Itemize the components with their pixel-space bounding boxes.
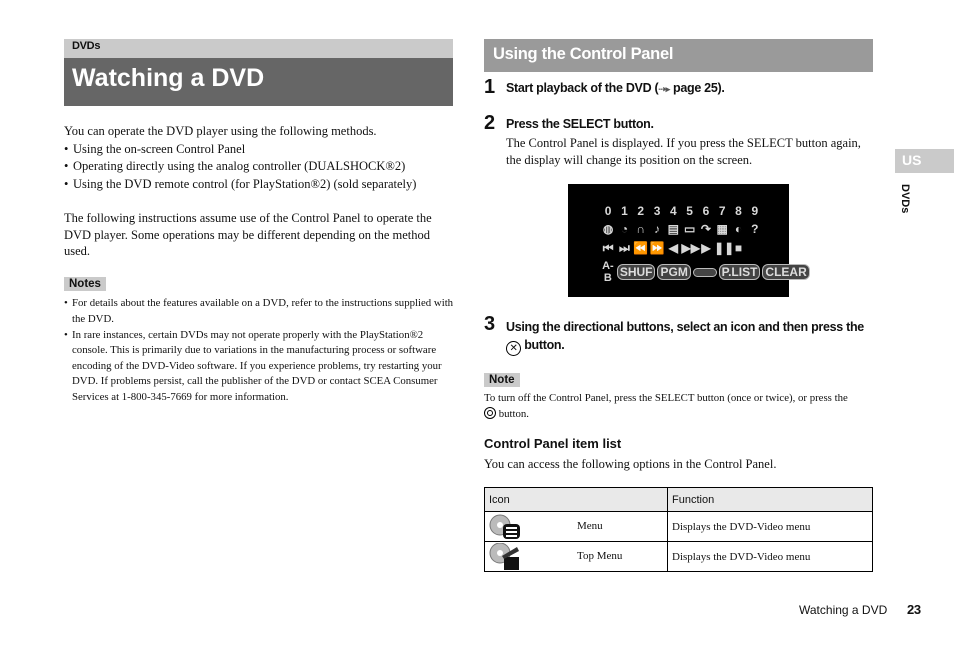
playlist-icon: P.LIST <box>718 264 761 280</box>
digit: 9 <box>751 204 759 218</box>
time-icon: ◐ <box>734 222 743 236</box>
note-text-main: To turn off the Control Panel, press the… <box>484 392 848 404</box>
table-row: Menu Displays the DVD-Video menu <box>484 511 873 542</box>
icon-cell: Top Menu <box>484 541 668 572</box>
clear-icon: CLEAR <box>762 264 810 280</box>
digit: 7 <box>718 204 726 218</box>
control-panel-item-table: Icon Function Menu Displays the DVD-Vide… <box>484 487 873 572</box>
digit: 4 <box>669 204 677 218</box>
rewind-icon: ⏪ <box>633 241 649 255</box>
note-text: To turn off the Control Panel, press the… <box>484 391 874 422</box>
section-heading: Using the Control Panel <box>493 45 674 63</box>
play-icon: ▶ <box>701 241 711 255</box>
method-item: Using the on-screen Control Panel <box>64 141 454 159</box>
notes-label: Notes <box>64 277 106 291</box>
note-label: Note <box>484 373 520 387</box>
fast-forward-icon: ⏩ <box>649 241 665 255</box>
step-3-text: Using the directional buttons, select an… <box>506 318 876 356</box>
step-1-label: Start playback of the DVD ( <box>506 81 659 95</box>
methods-list: Using the on-screen Control Panel Operat… <box>64 141 454 194</box>
digit-row: 0 1 2 3 4 5 6 7 8 9 <box>600 204 763 218</box>
item-list-heading: Control Panel item list <box>484 436 622 451</box>
table-header-row: Icon Function <box>484 487 873 512</box>
circle-button-icon <box>484 406 496 419</box>
function-cell: Displays the DVD-Video menu <box>667 541 873 572</box>
program-icon: PGM <box>657 264 691 280</box>
music-icon: ♪ <box>654 222 661 236</box>
digit: 6 <box>702 204 710 218</box>
angle-icon: ▦ <box>716 222 728 236</box>
instructions-paragraph: The following instructions assume use of… <box>64 211 432 258</box>
step-number: 3 <box>484 313 496 335</box>
page-link[interactable]: page 25 <box>673 81 718 95</box>
stop-icon: ■ <box>734 241 743 255</box>
digit: 8 <box>735 204 742 218</box>
digit: 2 <box>637 204 645 218</box>
top-menu-icon <box>489 543 519 570</box>
function-icon-row: ◍ ◔ ∩ ♪ ▤ ▭ ↷ ▦ ◐ ? <box>600 222 763 236</box>
footer-title: Watching a DVD <box>799 603 888 617</box>
language-label: US <box>902 152 922 168</box>
a-b-repeat-label: A-B <box>602 260 614 284</box>
pause-icon: ❚❚ <box>714 241 735 255</box>
section-bar <box>64 39 453 58</box>
note-item: In rare instances, certain DVDs may not … <box>64 328 456 406</box>
digit: 1 <box>621 204 628 218</box>
previous-icon: ⏮ <box>602 241 614 255</box>
top-menu-icon: ◔ <box>620 222 629 236</box>
shuffle-icon: SHUF <box>616 264 656 280</box>
digit: 5 <box>686 204 693 218</box>
title-icon: ▭ <box>683 222 696 236</box>
repeat-icon <box>692 267 717 277</box>
section-label: DVDs <box>72 40 101 52</box>
step-forward-icon: ▶▶ <box>681 241 700 255</box>
header-function: Function <box>667 487 873 512</box>
step-2-description: The Control Panel is displayed. If you p… <box>506 136 861 167</box>
control-panel-screenshot: 0 1 2 3 4 5 6 7 8 9 ◍ ◔ ∩ ♪ ▤ ▭ ↷ ▦ ◐ ? … <box>568 184 810 297</box>
step-number: 2 <box>484 112 496 134</box>
step-number: 1 <box>484 76 496 98</box>
menu-icon: ◍ <box>602 222 614 236</box>
arrow-link-icon: ⇢▸ <box>658 84 670 94</box>
intro-text: You can operate the DVD player using the… <box>64 124 377 138</box>
digit: 0 <box>604 204 612 218</box>
item-list-intro: You can access the following options in … <box>484 457 777 471</box>
audio-icon: ∩ <box>636 222 646 236</box>
step-2-text: Press the SELECT button. <box>506 117 654 131</box>
step-1-text: Start playback of the DVD (⇢▸ page 25). <box>506 81 725 95</box>
note-item: For details about the features available… <box>64 296 456 327</box>
transport-row: ⏮ ⏭ ⏪ ⏩ ◀ ▶▶ ▶ ❚❚ ■ <box>600 241 747 256</box>
subtitle-icon: ▤ <box>667 222 679 236</box>
method-item: Operating directly using the analog cont… <box>64 158 454 176</box>
item-label: Top Menu <box>577 550 623 562</box>
mode-row: A-B SHUF PGM P.LIST CLEAR <box>600 260 812 284</box>
menu-icon <box>489 514 520 539</box>
method-item: Using the DVD remote control (for PlaySt… <box>64 176 454 194</box>
page-title: Watching a DVD <box>72 64 265 92</box>
icon-cell: Menu <box>484 511 668 542</box>
header-icon: Icon <box>484 487 668 512</box>
step-3-label: Using the directional buttons, select an… <box>506 320 864 334</box>
next-icon: ⏭ <box>619 241 630 255</box>
help-icon: ? <box>751 222 759 236</box>
side-section-label: DVDs <box>899 184 911 214</box>
step-1-tail: ). <box>717 81 725 95</box>
intro-block: You can operate the DVD player using the… <box>64 123 454 193</box>
page-number: 23 <box>907 602 921 617</box>
digit: 3 <box>653 204 661 218</box>
note-text-tail: button. <box>498 407 529 420</box>
step-back-icon: ◀ <box>668 241 678 255</box>
item-label: Menu <box>577 520 603 532</box>
step-3-tail: button. <box>524 338 565 352</box>
function-cell: Displays the DVD-Video menu <box>667 511 873 542</box>
notes-list: For details about the features available… <box>64 296 456 406</box>
return-icon: ↷ <box>700 222 711 236</box>
cross-button-icon: ✕ <box>506 341 521 356</box>
table-row: Top Menu Displays the DVD-Video menu <box>484 541 873 572</box>
